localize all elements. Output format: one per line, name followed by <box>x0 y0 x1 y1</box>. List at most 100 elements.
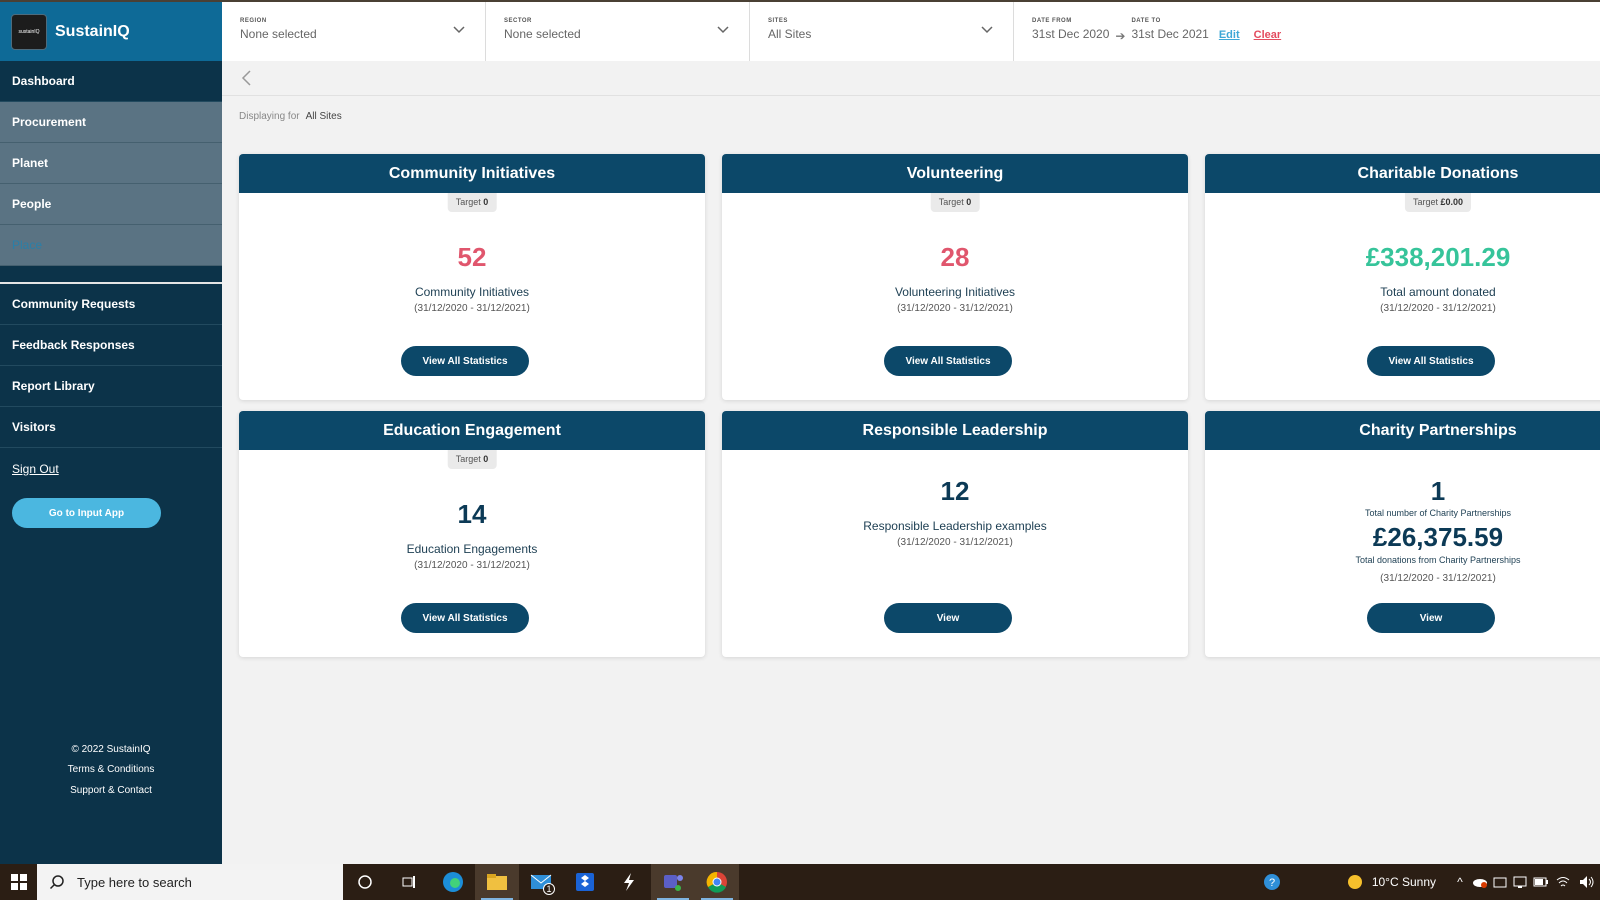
view-all-statistics-button[interactable]: View All Statistics <box>884 346 1012 376</box>
battery-icon[interactable] <box>1530 877 1552 887</box>
date-to[interactable]: DATE TO 31st Dec 2021 <box>1131 18 1208 41</box>
date-to-value: 31st Dec 2021 <box>1131 27 1209 41</box>
mail-icon[interactable]: 1 <box>519 864 563 900</box>
app-bolt-icon[interactable] <box>607 864 651 900</box>
view-button[interactable]: View <box>1367 603 1495 633</box>
date-from-label: DATE FROM <box>1032 18 1072 24</box>
chevron-left-icon[interactable] <box>240 69 254 87</box>
date-to-label: DATE TO <box>1131 18 1161 24</box>
volume-icon[interactable] <box>1574 875 1600 889</box>
view-all-statistics-button[interactable]: View All Statistics <box>401 346 529 376</box>
region-value: None selected <box>240 27 317 41</box>
brand-name: SustainIQ <box>55 22 130 40</box>
metric-label: Volunteering Initiatives <box>894 285 1016 299</box>
metric-value-2: £26,375.59 <box>1372 522 1504 552</box>
brand-logo: sustainIQ <box>11 13 47 50</box>
chrome-icon[interactable] <box>695 864 739 900</box>
card-title: Education Engagement <box>239 411 705 450</box>
metric-value: 1 <box>1430 476 1446 506</box>
sites-select[interactable]: SITES All Sites <box>750 2 1014 61</box>
metric-value: 12 <box>940 476 970 506</box>
metric-range: (31/12/2020 - 31/12/2021) <box>1380 573 1496 584</box>
metric-label-2: Total donations from Charity Partnership… <box>1355 555 1521 565</box>
meet-now-icon[interactable] <box>1490 875 1510 889</box>
region-label: REGION <box>240 18 267 24</box>
metric-label: Responsible Leadership examples <box>863 519 1047 533</box>
metric-value: 14 <box>457 499 487 529</box>
metric-value: £338,201.29 <box>1365 242 1511 272</box>
metric-value: 52 <box>457 242 487 272</box>
brand-header[interactable]: sustainIQ SustainIQ <box>0 2 222 61</box>
sidebar-item-feedback-responses[interactable]: Feedback Responses <box>0 325 222 366</box>
date-from[interactable]: DATE FROM 31st Dec 2020 <box>1032 18 1109 41</box>
displaying-value: All Sites <box>305 111 342 122</box>
footer-support-link[interactable]: Support & Contact <box>0 785 222 796</box>
card-title: Responsible Leadership <box>722 411 1188 450</box>
weather-sun-icon <box>1344 874 1366 890</box>
view-button[interactable]: View <box>884 603 1012 633</box>
back-row <box>222 61 1600 96</box>
region-select[interactable]: REGION None selected <box>222 2 486 61</box>
sign-out-link[interactable]: Sign Out <box>0 448 222 489</box>
file-explorer-icon[interactable] <box>475 864 519 900</box>
windows-start-icon[interactable] <box>0 864 37 900</box>
sector-value: None selected <box>504 27 581 41</box>
windows-taskbar: Type here to search 1 ? 10°C Sunny ^ <box>0 864 1600 900</box>
metric-range: (31/12/2020 - 31/12/2021) <box>414 303 530 314</box>
footer-terms-link[interactable]: Terms & Conditions <box>0 764 222 775</box>
dropbox-icon[interactable] <box>563 864 607 900</box>
sidebar-item-dashboard[interactable]: Dashboard <box>0 61 222 102</box>
card-charitable-donations: Charitable Donations Target £0.00 £338,2… <box>1205 154 1600 400</box>
card-title: Charitable Donations <box>1205 154 1600 193</box>
chevron-down-icon <box>453 26 465 34</box>
system-tray: ? 10°C Sunny ^ <box>1252 864 1600 900</box>
search-icon <box>49 875 64 890</box>
target-badge: Target 0 <box>447 450 497 469</box>
date-from-value: 31st Dec 2020 <box>1032 27 1110 41</box>
target-badge: Target £0.00 <box>1404 193 1472 212</box>
view-all-statistics-button[interactable]: View All Statistics <box>401 603 529 633</box>
card-title: Charity Partnerships <box>1205 411 1600 450</box>
card-education-engagement: Education Engagement Target 0 14 Educati… <box>239 411 705 657</box>
sidebar-item-procurement[interactable]: Procurement <box>0 102 222 143</box>
help-icon[interactable]: ? <box>1252 872 1292 892</box>
task-view-icon[interactable] <box>387 864 431 900</box>
sector-select[interactable]: SECTOR None selected <box>486 2 750 61</box>
sidebar-item-report-library[interactable]: Report Library <box>0 366 222 407</box>
onedrive-icon[interactable] <box>1470 876 1490 888</box>
metric-value: 28 <box>940 242 970 272</box>
view-all-statistics-button[interactable]: View All Statistics <box>1367 346 1495 376</box>
weather-text[interactable]: 10°C Sunny <box>1372 875 1436 889</box>
chevron-down-icon <box>717 26 729 34</box>
chevron-down-icon <box>981 26 993 34</box>
sidebar-item-community-requests[interactable]: Community Requests <box>0 284 222 325</box>
metric-label: Education Engagements <box>406 542 538 556</box>
svg-text:?: ? <box>1269 877 1275 889</box>
mail-badge: 1 <box>543 883 555 895</box>
metric-label: Total number of Charity Partnerships <box>1364 508 1512 518</box>
metric-label: Total amount donated <box>1380 285 1496 299</box>
wifi-icon[interactable] <box>1552 876 1574 888</box>
chevron-up-icon[interactable]: ^ <box>1450 875 1470 889</box>
teams-icon[interactable] <box>651 864 695 900</box>
sidebar-item-planet[interactable]: Planet <box>0 143 222 184</box>
clear-filters-link[interactable]: Clear <box>1254 29 1282 41</box>
sidebar-item-place[interactable]: Place <box>0 225 222 266</box>
date-range: DATE FROM 31st Dec 2020 ➔ DATE TO 31st D… <box>1014 2 1281 61</box>
edit-date-link[interactable]: Edit <box>1219 29 1240 41</box>
edge-browser-icon[interactable] <box>431 864 475 900</box>
card-community-initiatives: Community Initiatives Target 0 52 Commun… <box>239 154 705 400</box>
filter-bar: REGION None selected SECTOR None selecte… <box>222 2 1600 61</box>
target-badge: Target 0 <box>447 193 497 212</box>
metric-range: (31/12/2020 - 31/12/2021) <box>897 303 1013 314</box>
cortana-icon[interactable] <box>343 864 387 900</box>
go-to-input-app-button[interactable]: Go to Input App <box>12 498 161 528</box>
displaying-for: Displaying for All Sites <box>239 111 342 122</box>
card-responsible-leadership: Responsible Leadership 12 Responsible Le… <box>722 411 1188 657</box>
taskbar-search-input[interactable]: Type here to search <box>37 864 343 900</box>
display-icon[interactable] <box>1510 875 1530 889</box>
target-badge: Target 0 <box>930 193 980 212</box>
sidebar-item-visitors[interactable]: Visitors <box>0 407 222 448</box>
sidebar-item-people[interactable]: People <box>0 184 222 225</box>
card-title: Volunteering <box>722 154 1188 193</box>
